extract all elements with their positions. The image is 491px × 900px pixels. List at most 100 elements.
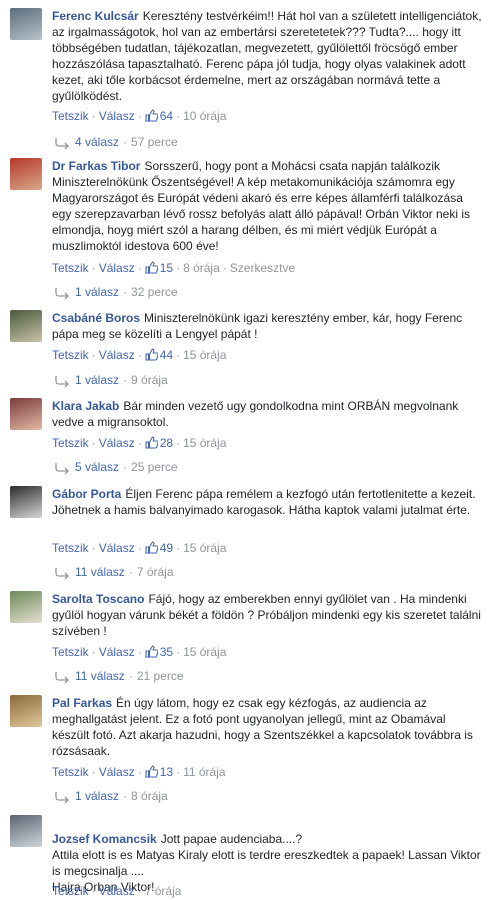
- view-replies[interactable]: 1 válasz · 9 órája: [54, 372, 168, 388]
- like-button[interactable]: Tetszik: [52, 541, 89, 555]
- reply-button[interactable]: Válasz: [99, 765, 135, 779]
- view-replies[interactable]: 11 válasz · 21 perce: [54, 668, 184, 684]
- reply-button[interactable]: Válasz: [99, 645, 135, 659]
- comment-time[interactable]: 7 órája: [145, 884, 182, 898]
- replies-time: 32 perce: [131, 285, 178, 299]
- comment-author[interactable]: Csabáné Boros: [52, 311, 140, 325]
- separator: ·: [137, 541, 142, 555]
- comment-actions: Tetszik · Válasz · 28 · 15 órája: [52, 435, 226, 451]
- comment-author[interactable]: Klara Jakab: [52, 399, 119, 413]
- separator: ·: [91, 765, 96, 779]
- separator: ·: [123, 460, 128, 474]
- comment-time[interactable]: 11 órája: [183, 765, 225, 779]
- separator: ·: [137, 109, 142, 123]
- like-count-link[interactable]: 35: [145, 645, 173, 659]
- reply-count[interactable]: 5 válasz: [75, 460, 119, 474]
- like-button[interactable]: Tetszik: [52, 765, 89, 779]
- reply-button[interactable]: Válasz: [99, 541, 135, 555]
- comment-author[interactable]: Jozsef Komancsik: [52, 832, 157, 846]
- like-button[interactable]: Tetszik: [52, 645, 89, 659]
- separator: ·: [91, 261, 96, 275]
- reply-button[interactable]: Válasz: [99, 109, 135, 123]
- like-button[interactable]: Tetszik: [52, 348, 89, 362]
- like-button[interactable]: Tetszik: [52, 261, 89, 275]
- avatar[interactable]: [10, 695, 42, 727]
- comment-body: Csabáné Boros Miniszterelnökünk igazi ker…: [52, 310, 482, 342]
- comment-text: Keresztény testvérkéim!! Hát hol van a s…: [52, 9, 482, 103]
- comment-author[interactable]: Ferenc Kulcsár: [52, 9, 139, 23]
- separator: ·: [137, 261, 142, 275]
- thumbs-up-icon: [145, 765, 158, 778]
- replies-time: 57 perce: [131, 135, 178, 149]
- reply-arrow-icon: [55, 138, 69, 149]
- reply-arrow-icon: [55, 376, 69, 387]
- like-count-link[interactable]: 15: [145, 261, 173, 275]
- like-count: 15: [159, 261, 174, 275]
- comment-body: Ferenc Kulcsár Keresztény testvérkéim!! H…: [52, 8, 482, 104]
- comment-time[interactable]: 10 órája: [183, 109, 226, 123]
- comment-author[interactable]: Dr Farkas Tibor: [52, 159, 140, 173]
- separator: ·: [176, 261, 181, 275]
- avatar[interactable]: [10, 8, 42, 40]
- comment-time[interactable]: 15 órája: [183, 541, 226, 555]
- reply-button[interactable]: Válasz: [99, 884, 135, 898]
- separator: ·: [137, 436, 142, 450]
- comment-body: Gábor Porta Éljen Ferenc pápa remélem a k…: [52, 486, 482, 518]
- like-count-link[interactable]: 49: [145, 541, 173, 555]
- edited-label[interactable]: Szerkesztve: [230, 261, 295, 275]
- comment-actions: Tetszik · Válasz · 13 · 11 órája: [52, 764, 226, 780]
- separator: ·: [91, 109, 96, 123]
- reply-button[interactable]: Válasz: [99, 261, 135, 275]
- avatar[interactable]: [10, 398, 42, 430]
- comment-time[interactable]: 15 órája: [183, 645, 226, 659]
- separator: ·: [176, 348, 181, 362]
- like-count-link[interactable]: 44: [145, 348, 173, 362]
- avatar[interactable]: [10, 591, 42, 623]
- thumbs-up-icon: [145, 541, 158, 554]
- replies-time: 21 perce: [136, 669, 184, 683]
- reply-count[interactable]: 1 válasz: [75, 789, 119, 803]
- thumbs-up-icon: [145, 348, 158, 361]
- separator: ·: [128, 669, 133, 683]
- comment-author[interactable]: Gábor Porta: [52, 487, 121, 501]
- comment-actions: Tetszik · Válasz · 49 · 15 órája: [52, 540, 226, 556]
- reply-arrow-icon: [55, 288, 69, 299]
- comment-author[interactable]: Pal Farkas: [52, 696, 112, 710]
- thumbs-up-icon: [145, 109, 158, 122]
- reply-count[interactable]: 4 válasz: [75, 135, 119, 149]
- comment-time[interactable]: 8 órája: [183, 261, 220, 275]
- reply-count[interactable]: 1 válasz: [75, 285, 119, 299]
- reply-button[interactable]: Válasz: [99, 436, 135, 450]
- thumbs-up-icon: [145, 645, 158, 658]
- like-count-link[interactable]: 64: [145, 109, 173, 123]
- view-replies[interactable]: 1 válasz · 32 perce: [54, 284, 178, 300]
- comment-body: Dr Farkas Tibor Sorsszerű, hogy pont a Mo…: [52, 158, 482, 254]
- comment-actions: Tetszik · Válasz · 7 órája: [52, 883, 181, 899]
- reply-count[interactable]: 11 válasz: [75, 565, 125, 579]
- separator: ·: [91, 541, 96, 555]
- thumbs-up-icon: [145, 436, 158, 449]
- separator: ·: [137, 765, 142, 779]
- view-replies[interactable]: 4 válasz · 57 perce: [54, 134, 178, 150]
- comment-time[interactable]: 15 órája: [183, 348, 226, 362]
- view-replies[interactable]: 5 válasz · 25 perce: [54, 459, 178, 475]
- like-button[interactable]: Tetszik: [52, 109, 89, 123]
- view-replies[interactable]: 11 válasz · 7 órája: [54, 564, 174, 580]
- avatar[interactable]: [10, 486, 42, 518]
- view-replies[interactable]: 1 válasz · 8 órája: [54, 788, 168, 804]
- like-count-link[interactable]: 13: [145, 765, 173, 779]
- reply-button[interactable]: Válasz: [99, 348, 135, 362]
- separator: ·: [176, 436, 181, 450]
- comment-author[interactable]: Sarolta Toscano: [52, 592, 144, 606]
- reply-count[interactable]: 1 válasz: [75, 373, 119, 387]
- like-count: 64: [159, 109, 174, 123]
- avatar[interactable]: [10, 815, 42, 847]
- like-button[interactable]: Tetszik: [52, 884, 89, 898]
- like-count-link[interactable]: 28: [145, 436, 173, 450]
- comment-time[interactable]: 15 órája: [183, 436, 226, 450]
- separator: ·: [176, 109, 181, 123]
- reply-count[interactable]: 11 válasz: [75, 669, 125, 683]
- like-button[interactable]: Tetszik: [52, 436, 89, 450]
- avatar[interactable]: [10, 310, 42, 342]
- avatar[interactable]: [10, 158, 42, 190]
